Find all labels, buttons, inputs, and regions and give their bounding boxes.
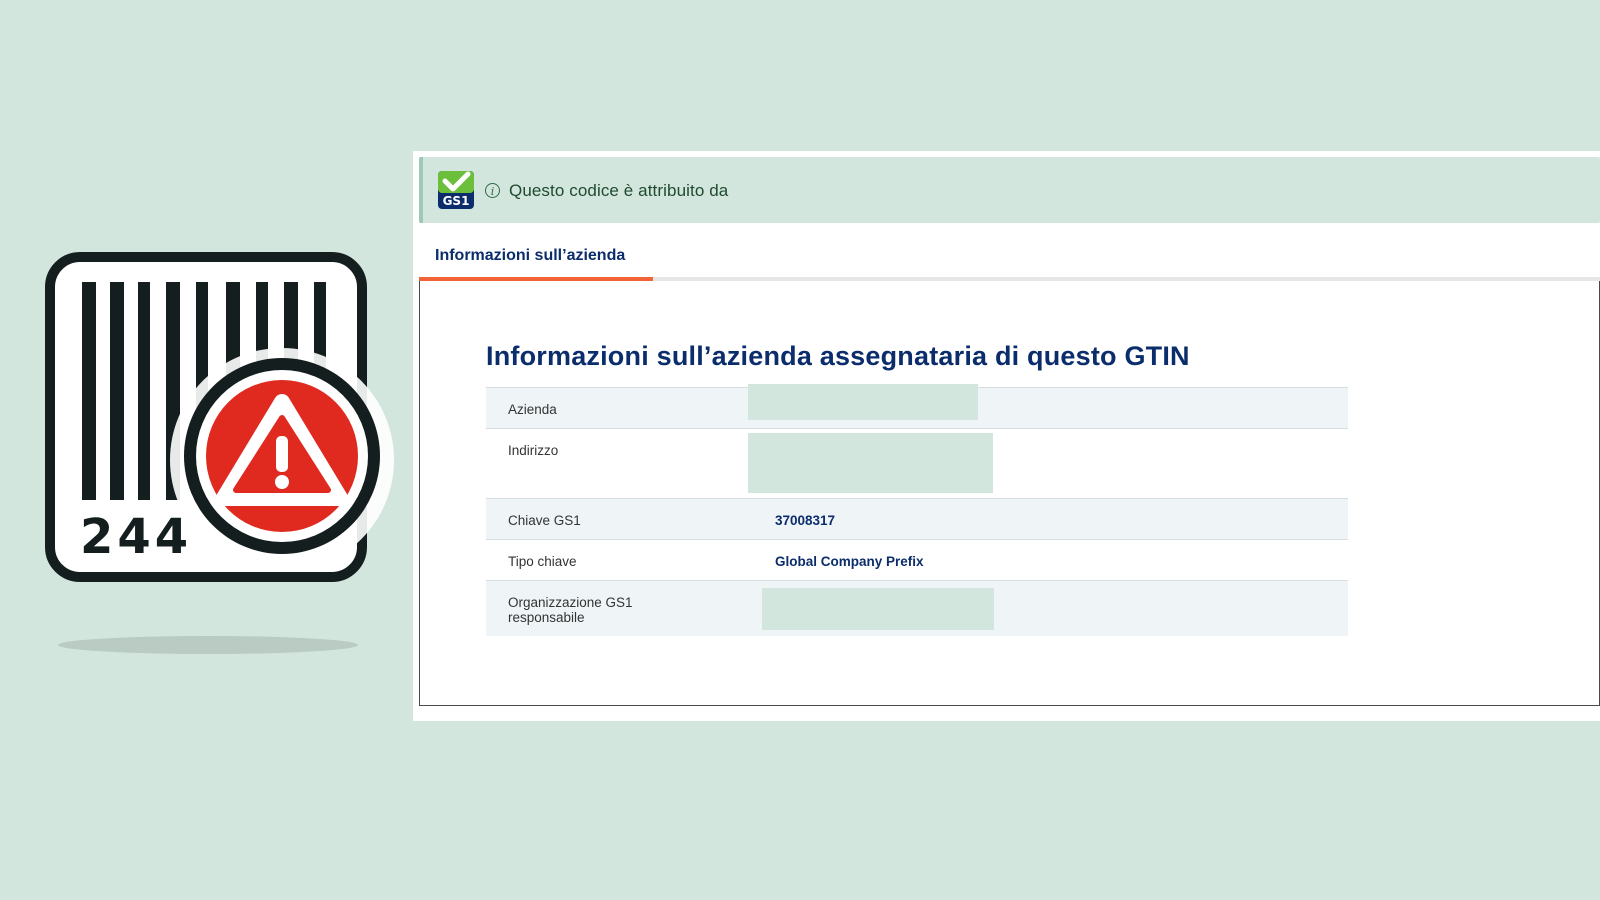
gs1-key-value: 37008317 — [775, 513, 836, 528]
row-label: Indirizzo — [508, 443, 559, 458]
key-type-value: Global Company Prefix — [775, 554, 924, 569]
barcode-warning-illustration: 244 — [40, 250, 410, 670]
company-info-table: Azienda Indirizzo Chiave GS1 37008317 Ti… — [486, 384, 1348, 636]
svg-text:GS1: GS1 — [443, 194, 470, 208]
row-label: Tipo chiave — [508, 554, 577, 569]
barcode-number: 244 — [80, 509, 192, 565]
tab-company-info[interactable]: Informazioni sull’azienda — [419, 237, 653, 281]
banner-text: Questo codice è attribuito da — [509, 181, 729, 200]
barcode-warning-icon: 244 — [45, 252, 394, 654]
table-row: Organizzazione GS1 responsabile — [486, 580, 1348, 636]
tab-bar: Informazioni sull’azienda — [419, 237, 1600, 281]
info-icon: i — [485, 183, 500, 198]
page-title: Informazioni sull’azienda assegnataria d… — [486, 341, 1190, 371]
row-label: Organizzazione GS1 responsabile — [508, 595, 633, 625]
redacted-value — [748, 433, 993, 493]
row-label: Chiave GS1 — [508, 513, 581, 528]
redacted-value — [762, 588, 994, 630]
redacted-value — [748, 384, 978, 420]
table-row: Chiave GS1 37008317 — [486, 498, 1348, 540]
row-label: Azienda — [508, 402, 557, 417]
table-row: Azienda — [486, 384, 1348, 429]
tab-label: Informazioni sull’azienda — [435, 247, 626, 264]
table-row: Tipo chiave Global Company Prefix — [486, 539, 1348, 581]
gs1-logo: GS1 — [437, 170, 475, 210]
table-row: Indirizzo — [486, 428, 1348, 499]
company-info-content: Informazioni sull’azienda assegnataria d… — [419, 281, 1600, 706]
gs1-info-panel: GS1 i Questo codice è attribuito da Info… — [413, 151, 1600, 721]
attribution-banner: GS1 i Questo codice è attribuito da — [419, 157, 1600, 223]
